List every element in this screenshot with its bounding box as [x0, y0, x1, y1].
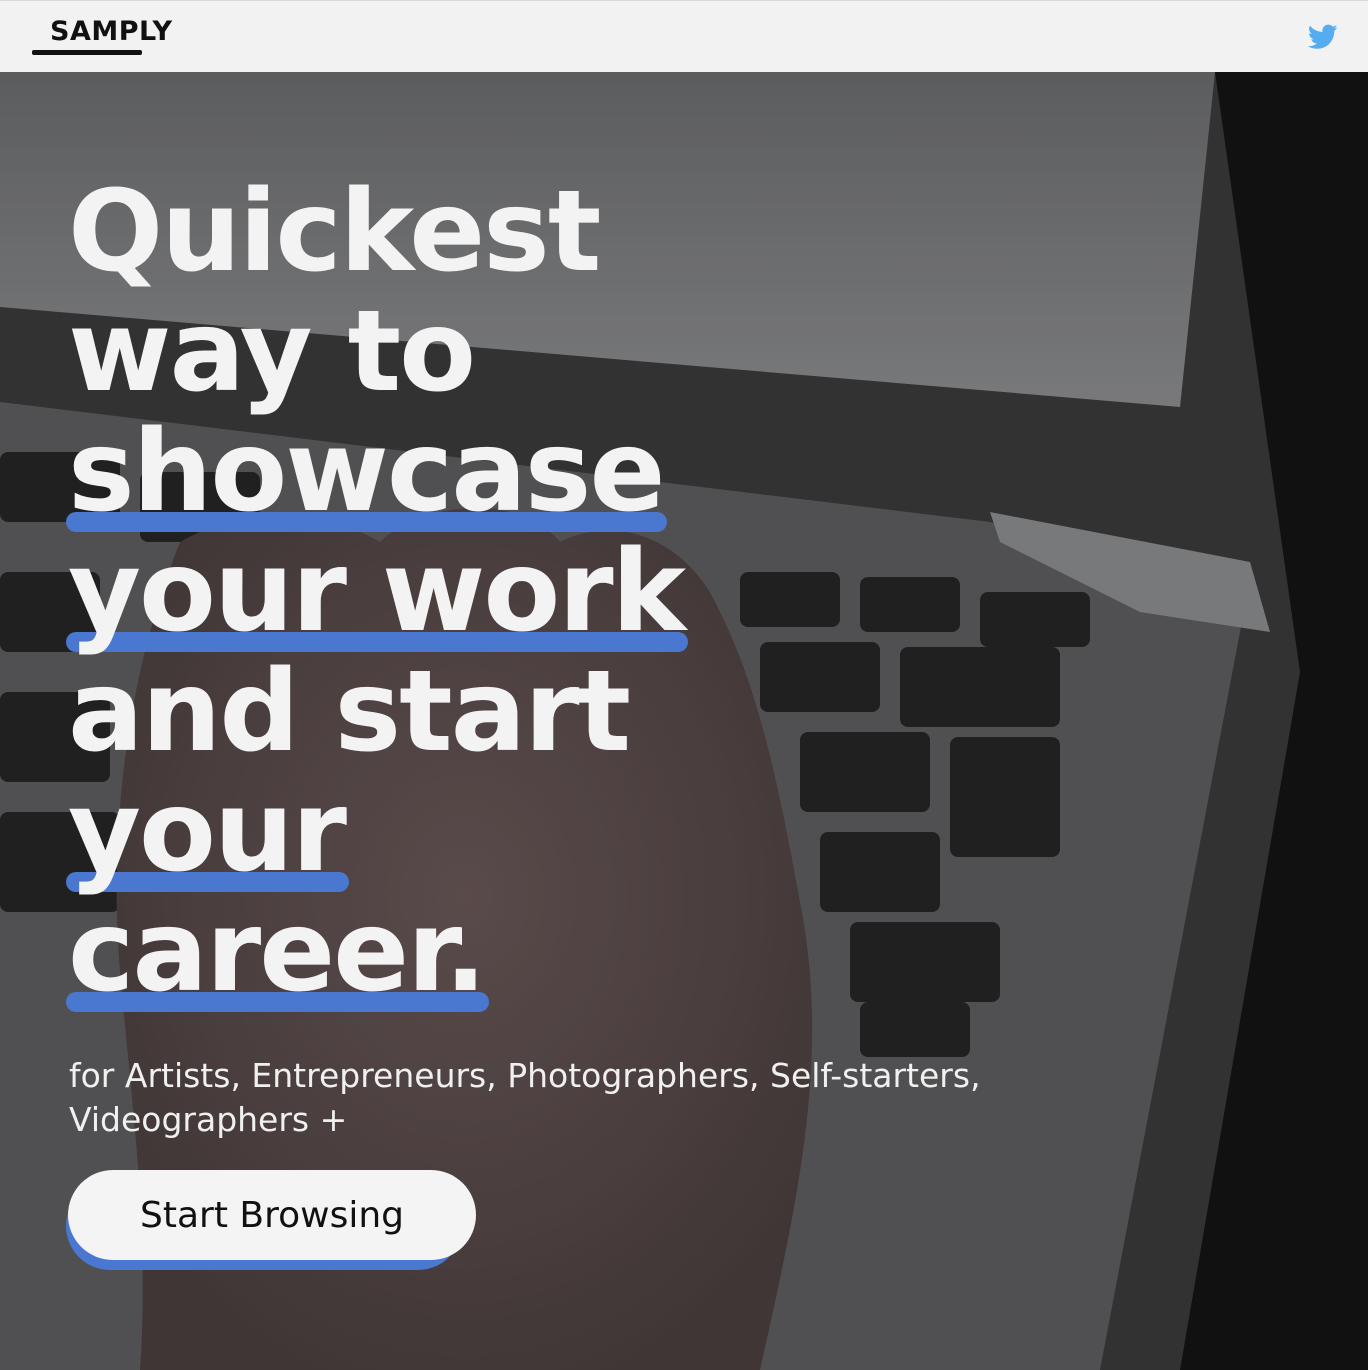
hero-subtitle: for Artists, Entrepreneurs, Photographer… [69, 1056, 981, 1139]
headline-line-6-underlined: your [66, 767, 349, 897]
headline-line-5: and start [68, 647, 631, 777]
headline-line-3-underlined: showcase [65, 407, 668, 537]
headline-line-7-underlined: career. [66, 887, 489, 1017]
headline-line-2: way to [68, 287, 476, 417]
logo-underline [32, 50, 142, 55]
twitter-icon[interactable] [1308, 23, 1338, 51]
hero-headline: Quickest way to showcase your work and s… [65, 167, 689, 1017]
headline-line-4-underlined: your work [65, 527, 689, 657]
start-browsing-button[interactable]: Start Browsing [68, 1170, 476, 1260]
headline-line-1: Quickest [68, 167, 601, 297]
logo[interactable]: SAMPLY [50, 18, 173, 45]
hero-section: Quickest way to showcase your work and s… [0, 72, 1368, 1370]
top-navbar: SAMPLY [0, 0, 1368, 72]
